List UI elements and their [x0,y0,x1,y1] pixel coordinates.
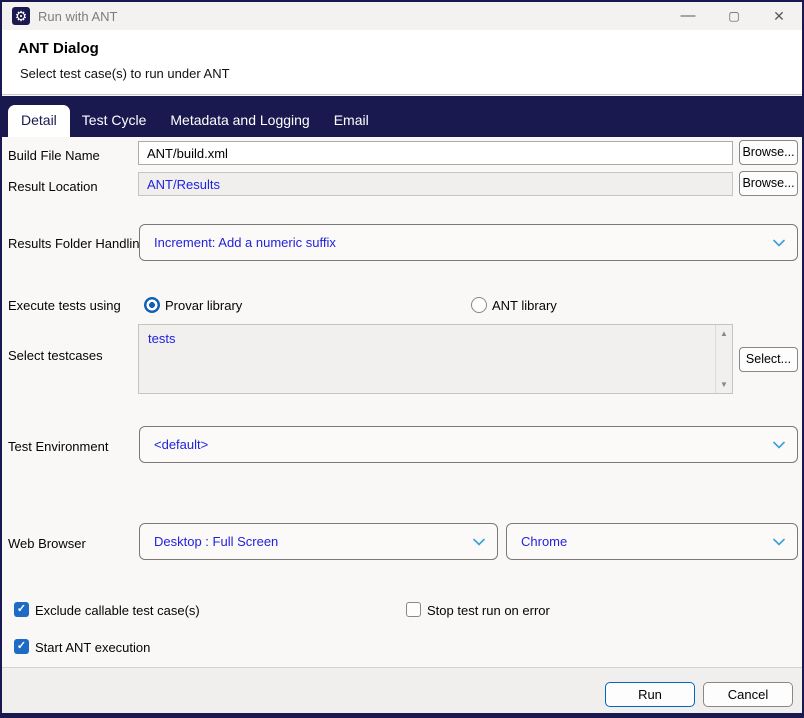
results-folder-handling-label: Results Folder Handling [8,236,147,251]
title-bar: ⚙ Run with ANT — ▢ ✕ [2,2,802,30]
header-divider [2,94,802,95]
test-environment-select[interactable]: <default> [139,426,798,463]
maximize-button[interactable]: ▢ [717,2,751,30]
tab-test-cycle[interactable]: Test Cycle [70,105,159,137]
test-environment-label: Test Environment [8,439,109,454]
radio-ant-library-label: ANT library [492,298,557,313]
tab-email[interactable]: Email [322,105,381,137]
browser-type-select[interactable]: Chrome [506,523,798,560]
minimize-button[interactable]: — [671,2,705,30]
chevron-down-icon [473,538,485,546]
page-subtitle: Select test case(s) to run under ANT [20,66,230,81]
page-title: ANT Dialog [18,40,99,57]
exclude-callable-label: Exclude callable test case(s) [35,603,200,618]
stop-on-error-label: Stop test run on error [427,603,550,618]
cancel-button[interactable]: Cancel [703,682,793,707]
browser-display-value: Desktop : Full Screen [154,534,279,549]
execute-tests-using-label: Execute tests using [8,298,121,313]
select-testcases-label: Select testcases [8,348,103,363]
browser-display-select[interactable]: Desktop : Full Screen [139,523,498,560]
testcases-scrollbar[interactable]: ▲ ▼ [715,325,732,393]
dialog-header: ANT Dialog Select test case(s) to run un… [2,30,802,94]
window-title: Run with ANT [38,9,118,24]
gear-icon: ⚙ [12,7,30,25]
radio-provar-library[interactable] [144,297,160,313]
build-file-name-input[interactable] [138,141,733,165]
test-environment-value: <default> [154,437,209,452]
browser-type-value: Chrome [521,534,568,549]
result-location-label: Result Location [8,179,98,194]
tab-bar: Detail Test Cycle Metadata and Logging E… [2,96,802,137]
start-ant-execution-checkbox[interactable]: ✓ [14,639,29,654]
browse-build-file-button[interactable]: Browse... [739,140,798,165]
results-folder-handling-value: Increment: Add a numeric suffix [154,235,336,250]
browse-result-location-button[interactable]: Browse... [739,171,798,196]
stop-on-error-checkbox[interactable] [406,602,421,617]
close-button[interactable]: ✕ [762,2,796,30]
scroll-down-icon[interactable]: ▼ [716,380,732,389]
run-button[interactable]: Run [605,682,695,707]
chevron-down-icon [773,239,785,247]
web-browser-label: Web Browser [8,536,86,551]
exclude-callable-checkbox[interactable]: ✓ [14,602,29,617]
scroll-up-icon[interactable]: ▲ [716,329,732,338]
radio-provar-library-label: Provar library [165,298,243,313]
select-testcases-input[interactable]: tests ▲ ▼ [138,324,733,394]
results-folder-handling-select[interactable]: Increment: Add a numeric suffix [139,224,798,261]
chevron-down-icon [773,441,785,449]
tab-metadata-and-logging[interactable]: Metadata and Logging [158,105,321,137]
radio-ant-library[interactable] [471,297,487,313]
start-ant-execution-label: Start ANT execution [35,640,151,655]
select-testcases-button[interactable]: Select... [739,347,798,372]
result-location-input[interactable] [138,172,733,196]
build-file-name-label: Build File Name [8,148,100,163]
run-with-ant-dialog: ⚙ Run with ANT — ▢ ✕ ANT Dialog Select t… [0,0,804,718]
select-testcases-value: tests [148,331,176,346]
chevron-down-icon [773,538,785,546]
button-bar: Run Cancel [2,667,802,713]
tab-detail[interactable]: Detail [8,105,70,137]
